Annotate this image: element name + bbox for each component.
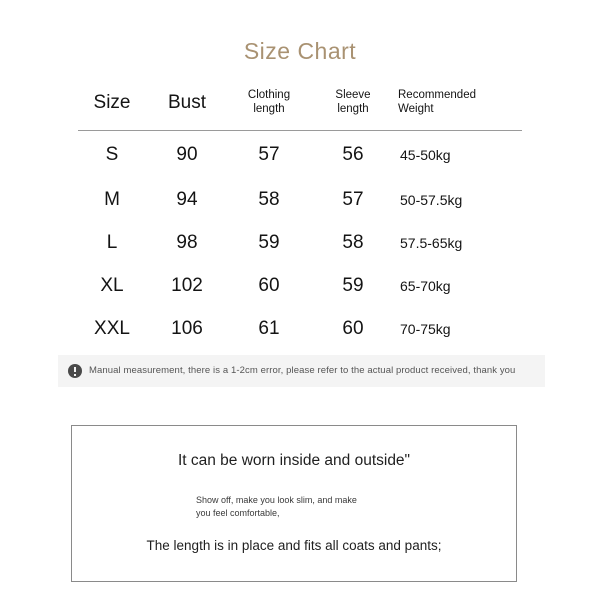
measurement-notice-text: Manual measurement, there is a 1-2cm err… [89,365,516,377]
cell-size: S [105,143,119,165]
cell-sleeve-length: 57 [342,188,364,210]
description-subtext-line2: you feel comfortable, [196,508,280,519]
table-row: XL 102 60 59 65-70kg [78,264,522,307]
info-exclamation-icon [68,364,82,378]
cell-bust: 94 [176,188,198,210]
column-header-bust: Bust [167,92,207,113]
cell-clothing-length: 58 [258,188,280,210]
cell-bust: 90 [176,143,198,165]
column-header-sleeve-length: Sleeve length [310,86,396,131]
cell-sleeve-length: 58 [342,231,364,253]
description-subtext: Show off, make you look slim, and make y… [196,494,357,520]
column-header-recommended-weight: Recommended Weight [396,86,522,131]
table-header-row: Size Bust Clothing length Sleeve length … [78,86,522,131]
description-footline: The length is in place and fits all coat… [146,538,442,553]
cell-bust: 106 [171,317,203,339]
cell-bust: 102 [171,274,203,296]
cell-sleeve-length: 60 [342,317,364,339]
page-title: Size Chart [243,38,357,64]
cell-recommended-weight: 50-57.5kg [400,191,463,208]
table-row: M 94 58 57 50-57.5kg [78,178,522,221]
cell-sleeve-length: 59 [342,274,364,296]
column-header-sleeve-length-line2: length [337,103,369,115]
table-body: S 90 57 56 45-50kg M 94 58 57 50-57.5kg … [78,131,522,351]
cell-recommended-weight: 65-70kg [400,277,451,294]
measurement-notice-banner: Manual measurement, there is a 1-2cm err… [58,355,545,387]
column-header-clothing-length-line1: Clothing [247,89,291,102]
cell-recommended-weight: 57.5-65kg [400,234,463,251]
table-header: Size Bust Clothing length Sleeve length … [78,86,522,131]
description-subtext-line1: Show off, make you look slim, and make [196,495,357,505]
column-header-recommended-weight-line1: Recommended [398,89,476,102]
table-row: XXL 106 61 60 70-75kg [78,307,522,350]
size-chart-page: Size Chart Size Bust Clothing length Sle… [0,0,600,600]
cell-clothing-length: 60 [258,274,280,296]
description-box: It can be worn inside and outside" Show … [71,425,517,582]
cell-clothing-length: 61 [258,317,280,339]
size-chart-table: Size Bust Clothing length Sleeve length … [78,86,522,350]
cell-recommended-weight: 45-50kg [400,146,451,163]
column-header-clothing-length-line2: length [253,103,285,115]
cell-recommended-weight: 70-75kg [400,320,451,337]
column-header-sleeve-length-line1: Sleeve [335,89,371,102]
cell-sleeve-length: 56 [342,143,364,165]
cell-size: XL [100,274,124,296]
table-row: L 98 59 58 57.5-65kg [78,221,522,264]
column-header-size: Size [93,92,131,113]
cell-clothing-length: 57 [258,143,280,165]
cell-size: M [104,188,120,210]
description-headline: It can be worn inside and outside" [177,452,411,469]
cell-bust: 98 [176,231,198,253]
cell-size: XXL [94,317,130,339]
cell-clothing-length: 59 [258,231,280,253]
column-header-clothing-length: Clothing length [228,86,310,131]
cell-size: L [106,231,118,253]
table-row: S 90 57 56 45-50kg [78,131,522,179]
column-header-recommended-weight-line2: Weight [398,103,434,115]
